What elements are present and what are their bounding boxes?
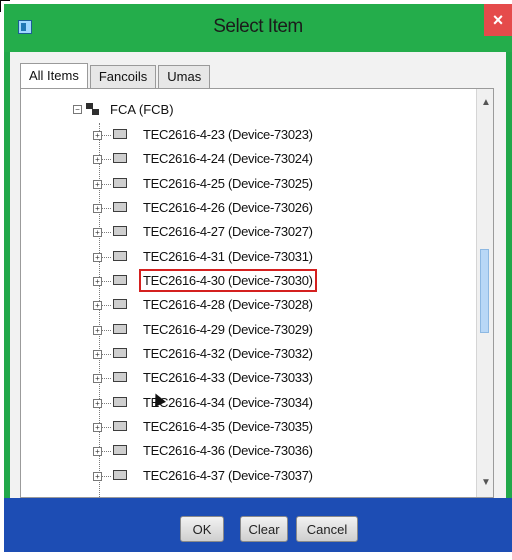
tree-item-label: TEC2616-4-23 (Device-73023) <box>143 127 313 142</box>
device-icon <box>113 469 127 480</box>
tree-item-label: TEC2616-4-32 (Device-73032) <box>143 346 313 362</box>
tree-item[interactable]: + TEC2616-4-35 (Device-73035) <box>21 415 481 439</box>
device-icon <box>113 299 127 310</box>
tree-item[interactable]: + TEC2616-4-33 (Device-73033) <box>21 366 481 390</box>
device-icon <box>113 275 127 286</box>
select-item-dialog: Select Item × All Items Fancoils Umas − … <box>4 4 512 552</box>
tab-umas[interactable]: Umas <box>158 65 211 88</box>
tree-connector <box>101 475 111 478</box>
tree-item[interactable]: + TEC2616-4-23 (Device-73023) <box>21 123 481 147</box>
scroll-down-icon[interactable]: ▼ <box>481 478 491 488</box>
device-icon <box>113 250 127 261</box>
device-icon <box>113 177 127 188</box>
device-icon <box>113 396 127 407</box>
cancel-button[interactable]: Cancel <box>296 516 358 542</box>
dialog-title: Select Item <box>213 16 303 37</box>
tree-connector <box>101 402 111 405</box>
tree-item[interactable]: + TEC2616-4-28 (Device-73028) <box>21 293 481 317</box>
scroll-up-icon[interactable]: ▲ <box>481 98 491 108</box>
device-icon <box>113 372 127 383</box>
tree-connector <box>101 281 111 283</box>
tree-connector <box>101 135 111 137</box>
device-icon <box>113 153 127 164</box>
tree-item[interactable]: + TEC2616-4-29 (Device-73029) <box>21 318 481 342</box>
tree-item-label: TEC2616-4-25 (Device-73025) <box>143 175 313 191</box>
dialog-body: All Items Fancoils Umas − FCA (FCB) + TE… <box>10 52 506 498</box>
tree-item-label: TEC2616-4-28 (Device-73028) <box>143 297 313 313</box>
device-icon <box>113 348 127 359</box>
tree-item-label: TEC2616-4-24 (Device-73024) <box>143 151 313 167</box>
clear-button[interactable]: Clear <box>240 516 288 542</box>
tree-item-label: TEC2616-4-33 (Device-73033) <box>143 370 313 386</box>
tab-all-items[interactable]: All Items <box>20 63 88 88</box>
device-icon <box>113 202 127 213</box>
tree-root-label: FCA (FCB) <box>110 101 174 117</box>
tree-item-label: TEC2616-4-29 (Device-73029) <box>143 321 313 337</box>
tree-item-label: TEC2616-4-27 (Device-73027) <box>143 224 313 240</box>
scroll-thumb[interactable] <box>480 249 489 333</box>
device-icon <box>113 226 127 237</box>
tree-connector <box>101 159 111 161</box>
item-tree[interactable]: − FCA (FCB) + TEC2616-4-23 (Device-73023… <box>20 88 494 498</box>
screenshot-frame-top <box>0 0 10 1</box>
tree-item[interactable]: + TEC2616-4-36 (Device-73036) <box>21 439 481 463</box>
tree-item[interactable]: + TEC2616-4-27 (Device-73027) <box>21 220 481 244</box>
tree-item-label: TEC2616-4-30 (Device-73030) <box>139 269 317 293</box>
tree-connector <box>101 378 111 380</box>
tree-item-label: TEC2616-4-31 (Device-73031) <box>143 248 313 264</box>
tree-connector <box>101 256 111 259</box>
device-icon <box>113 445 127 456</box>
tree-item-label: TEC2616-4-35 (Device-73035) <box>143 419 313 435</box>
tree-connector <box>101 427 111 429</box>
tab-fancoils[interactable]: Fancoils <box>89 65 157 88</box>
tree-item[interactable]: + TEC2616-4-26 (Device-73026) <box>21 196 481 220</box>
tree-item-label: TEC2616-4-37 (Device-73037) <box>143 467 313 483</box>
tree-item-label: TEC2616-4-26 (Device-73026) <box>143 200 313 216</box>
tree-connector <box>101 329 111 332</box>
group-icon <box>86 103 100 115</box>
tree-connector <box>101 183 111 186</box>
ok-button[interactable]: OK <box>180 516 224 542</box>
device-icon <box>113 129 127 139</box>
tree-item[interactable]: + TEC2616-4-32 (Device-73032) <box>21 342 481 366</box>
button-bar: OK Clear Cancel <box>4 498 512 552</box>
tree-item[interactable]: + TEC2616-4-31 (Device-73031) <box>21 245 481 269</box>
tree-item-label: TEC2616-4-36 (Device-73036) <box>143 443 313 459</box>
tree-connector <box>101 208 111 210</box>
collapse-icon[interactable]: − <box>73 104 82 114</box>
tree-item[interactable]: + TEC2616-4-34 (Device-73034) <box>21 391 481 415</box>
tree-item[interactable]: + TEC2616-4-37 (Device-73037) <box>21 464 481 488</box>
tab-bar: All Items Fancoils Umas <box>20 62 212 88</box>
vertical-scrollbar[interactable]: ▲ ▼ <box>476 89 493 497</box>
device-icon <box>113 421 127 432</box>
tree-connector <box>101 305 111 307</box>
tree-root-node[interactable]: − FCA (FCB) <box>73 99 174 119</box>
tree-item-highlighted[interactable]: + TEC2616-4-30 (Device-73030) <box>21 269 481 293</box>
title-bar[interactable]: Select Item × <box>4 4 512 52</box>
tree-item[interactable]: + TEC2616-4-25 (Device-73025) <box>21 172 481 196</box>
tree-item-label: TEC2616-4-34 (Device-73034) <box>143 394 313 410</box>
device-icon <box>113 323 127 334</box>
close-icon[interactable]: × <box>484 4 512 36</box>
tree-connector <box>101 354 111 356</box>
screenshot-frame-left <box>0 0 1 12</box>
tree-connector <box>101 232 111 234</box>
tree-items: + TEC2616-4-23 (Device-73023) + TEC2616-… <box>21 123 481 488</box>
tree-item[interactable]: + TEC2616-4-24 (Device-73024) <box>21 147 481 171</box>
tree-connector <box>101 451 111 453</box>
